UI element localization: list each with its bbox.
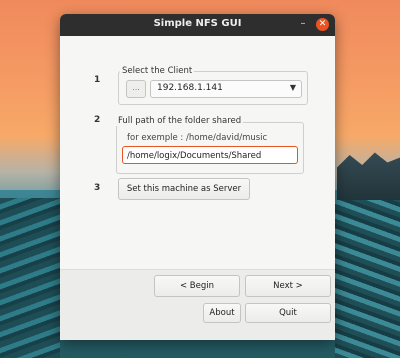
close-button[interactable]: ✕ [316, 18, 329, 31]
client-select-value: 192.168.1.141 [157, 83, 223, 93]
set-server-button[interactable]: Set this machine as Server [118, 178, 250, 200]
about-button[interactable]: About [203, 303, 241, 323]
background-rocks-left [0, 198, 60, 358]
background-huts [337, 152, 400, 200]
client-frame-legend: Select the Client [120, 66, 195, 76]
client-select[interactable]: 192.168.1.141 ▼ [150, 80, 302, 98]
folder-path-input[interactable]: /home/logix/Documents/Shared [122, 146, 298, 164]
path-example-hint: for exemple : /home/david/music [127, 133, 268, 143]
window-title: Simple NFS GUI [153, 18, 242, 29]
main-content: 1 Select the Client ... 192.168.1.141 ▼ … [60, 36, 335, 340]
step-number-3: 3 [94, 183, 101, 193]
title-bar[interactable]: Simple NFS GUI – ✕ [60, 14, 335, 36]
minimize-button[interactable]: – [296, 17, 310, 31]
folder-frame-legend: Full path of the folder shared [116, 116, 244, 126]
quit-button[interactable]: Quit [245, 303, 331, 323]
chevron-down-icon: ▼ [289, 83, 296, 92]
begin-button[interactable]: < Begin [154, 275, 240, 297]
step-number-2: 2 [94, 115, 101, 125]
background-rocks-right [335, 200, 400, 358]
browse-clients-button[interactable]: ... [126, 80, 146, 98]
next-button[interactable]: Next > [245, 275, 331, 297]
step-number-1: 1 [94, 75, 101, 85]
app-window: Simple NFS GUI – ✕ 1 Select the Client .… [60, 14, 335, 340]
